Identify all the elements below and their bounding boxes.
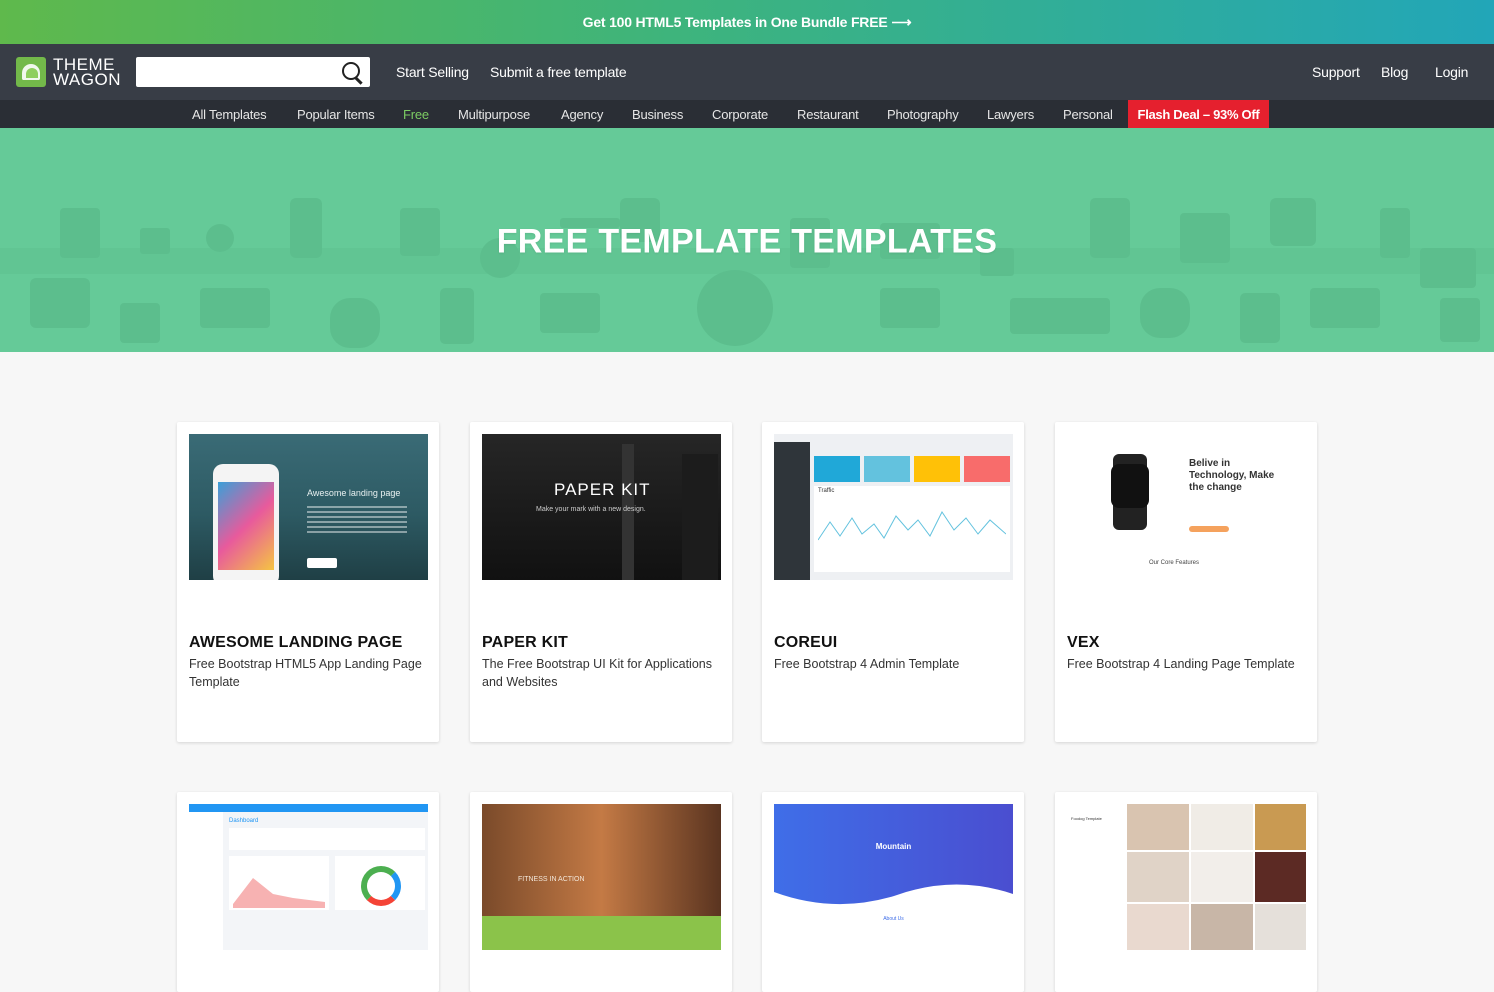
- template-description: Free Bootstrap HTML5 App Landing Page Te…: [189, 657, 422, 689]
- template-card[interactable]: Awesome landing page AWESOME LANDING PAG…: [177, 422, 439, 742]
- template-thumbnail[interactable]: FITNESS IN ACTION: [482, 804, 721, 950]
- category-business[interactable]: Business: [632, 107, 683, 122]
- promo-banner[interactable]: Get 100 HTML5 Templates in One Bundle FR…: [0, 0, 1494, 44]
- search-input[interactable]: [142, 57, 336, 87]
- template-thumbnail[interactable]: Belive in Technology, Make the change Ou…: [1067, 434, 1306, 580]
- category-agency[interactable]: Agency: [561, 107, 603, 122]
- category-restaurant[interactable]: Restaurant: [797, 107, 859, 122]
- start-selling-link[interactable]: Start Selling: [396, 64, 469, 80]
- category-all-templates[interactable]: All Templates: [192, 107, 267, 122]
- template-description: Free Bootstrap 4 Landing Page Template: [1067, 657, 1295, 671]
- category-free[interactable]: Free: [403, 107, 429, 122]
- category-corporate[interactable]: Corporate: [712, 107, 768, 122]
- template-card[interactable]: Belive in Technology, Make the change Ou…: [1055, 422, 1317, 742]
- template-thumbnail[interactable]: Mountain About Us: [774, 804, 1013, 950]
- logo-icon: [16, 57, 46, 87]
- site-logo[interactable]: THEME WAGON: [16, 55, 121, 89]
- template-title[interactable]: AWESOME LANDING PAGE: [189, 634, 403, 652]
- template-card[interactable]: FITNESS IN ACTION: [470, 792, 732, 992]
- hero-banner: FREE TEMPLATE TEMPLATES: [0, 128, 1494, 352]
- template-card[interactable]: Foodog Template: [1055, 792, 1317, 992]
- arrow-right-icon: ⟶: [891, 13, 912, 30]
- template-card[interactable]: PAPER KIT Make your mark with a new desi…: [470, 422, 732, 742]
- logo-text: THEME WAGON: [53, 55, 121, 89]
- blog-link[interactable]: Blog: [1381, 64, 1408, 80]
- template-thumbnail[interactable]: Traffic: [774, 434, 1013, 580]
- category-nav: All Templates Popular Items Free Multipu…: [0, 100, 1494, 128]
- submit-template-link[interactable]: Submit a free template: [490, 64, 627, 80]
- category-lawyers[interactable]: Lawyers: [987, 107, 1034, 122]
- template-description: The Free Bootstrap UI Kit for Applicatio…: [482, 657, 712, 689]
- search-box: [136, 57, 370, 87]
- template-thumbnail[interactable]: Foodog Template: [1067, 804, 1306, 950]
- search-icon[interactable]: [342, 62, 360, 80]
- flash-deal-button[interactable]: Flash Deal – 93% Off: [1128, 100, 1269, 128]
- category-photography[interactable]: Photography: [887, 107, 959, 122]
- support-link[interactable]: Support: [1312, 64, 1360, 80]
- template-thumbnail[interactable]: Awesome landing page: [189, 434, 428, 580]
- template-thumbnail[interactable]: PAPER KIT Make your mark with a new desi…: [482, 434, 721, 580]
- template-card[interactable]: Mountain About Us: [762, 792, 1024, 992]
- category-multipurpose[interactable]: Multipurpose: [458, 107, 530, 122]
- page-title: FREE TEMPLATE TEMPLATES: [496, 222, 998, 261]
- login-link[interactable]: Login: [1435, 64, 1468, 80]
- category-popular-items[interactable]: Popular Items: [297, 107, 375, 122]
- template-card[interactable]: Traffic COREUI Free Bootstrap 4 Admin Te…: [762, 422, 1024, 742]
- template-title[interactable]: COREUI: [774, 634, 837, 652]
- template-thumbnail[interactable]: Dashboard: [189, 804, 428, 950]
- template-card[interactable]: Dashboard: [177, 792, 439, 992]
- template-title[interactable]: PAPER KIT: [482, 634, 568, 652]
- template-title[interactable]: VEX: [1067, 634, 1100, 652]
- template-description: Free Bootstrap 4 Admin Template: [774, 657, 960, 671]
- promo-text[interactable]: Get 100 HTML5 Templates in One Bundle FR…: [583, 14, 888, 30]
- site-header: THEME WAGON Start Selling Submit a free …: [0, 44, 1494, 100]
- category-personal[interactable]: Personal: [1063, 107, 1113, 122]
